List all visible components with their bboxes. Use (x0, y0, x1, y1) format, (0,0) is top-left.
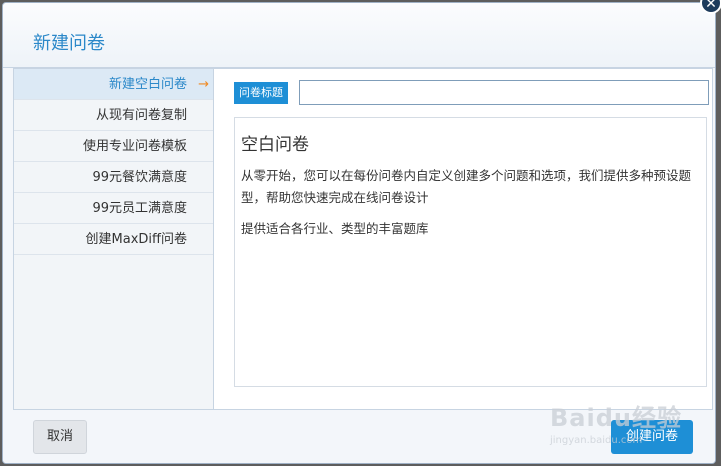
cancel-button[interactable]: 取消 (33, 420, 87, 454)
sidebar-item-label: 创建MaxDiff问卷 (85, 232, 187, 247)
sidebar-item-employee-satisfaction[interactable]: 99元员工满意度 (14, 193, 213, 224)
sidebar: 新建空白问卷 → 从现有问卷复制 使用专业问卷模板 99元餐饮满意度 99元员工… (14, 69, 214, 409)
arrow-right-icon: → (198, 77, 209, 92)
sidebar-item-dining-satisfaction[interactable]: 99元餐饮满意度 (14, 162, 213, 193)
dialog-body: 新建空白问卷 → 从现有问卷复制 使用专业问卷模板 99元餐饮满意度 99元员工… (13, 68, 713, 410)
description-text: 从零开始，您可以在每份问卷内自定义创建多个问题和选项，我们提供多种预设题型，帮助… (241, 168, 692, 205)
survey-title-label: 问卷标题 (234, 82, 288, 104)
description-text-secondary: 提供适合各行业、类型的丰富题库 (241, 221, 429, 236)
new-survey-dialog: 新建问卷 新建空白问卷 → 从现有问卷复制 使用专业问卷模板 99元餐饮满意度 … (2, 2, 716, 464)
dialog-title: 新建问卷 (33, 33, 105, 54)
description-panel: 空白问卷 从零开始，您可以在每份问卷内自定义创建多个问题和选项，我们提供多种预设… (234, 117, 707, 387)
description-heading: 空白问卷 (241, 135, 309, 155)
sidebar-item-maxdiff[interactable]: 创建MaxDiff问卷 (14, 224, 213, 255)
survey-title-input[interactable] (299, 80, 709, 105)
sidebar-item-template[interactable]: 使用专业问卷模板 (14, 131, 213, 162)
sidebar-item-blank-survey[interactable]: 新建空白问卷 → (14, 69, 213, 100)
main-content: 问卷标题 空白问卷 从零开始，您可以在每份问卷内自定义创建多个问题和选项，我们提… (234, 79, 709, 387)
dialog-header: 新建问卷 (3, 3, 715, 68)
create-survey-button[interactable]: 创建问卷 (611, 420, 693, 454)
sidebar-item-label: 使用专业问卷模板 (82, 139, 187, 154)
sidebar-item-label: 从现有问卷复制 (95, 108, 187, 123)
dialog-footer: 取消 创建问卷 (3, 410, 715, 463)
sidebar-item-label: 99元员工满意度 (92, 201, 187, 216)
sidebar-item-copy-existing[interactable]: 从现有问卷复制 (14, 100, 213, 131)
sidebar-item-label: 99元餐饮满意度 (92, 170, 187, 185)
sidebar-item-label: 新建空白问卷 (108, 77, 187, 92)
survey-title-row: 问卷标题 (234, 79, 709, 105)
